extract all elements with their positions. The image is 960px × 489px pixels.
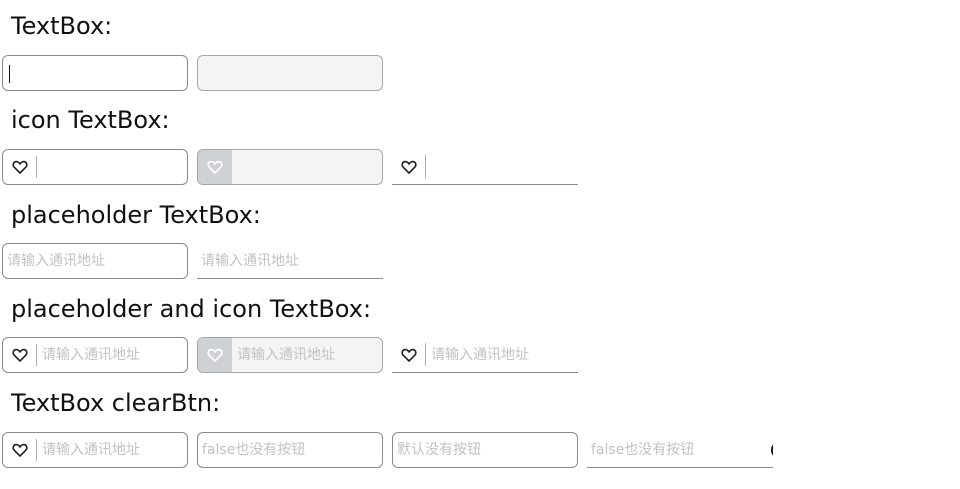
heart-icon [401,160,417,174]
placeholder-textbox-underline[interactable] [197,243,383,279]
clearbtn-textbox-default[interactable] [392,432,578,468]
placeholder-textbox-default[interactable] [2,243,188,279]
text-caret [9,65,10,83]
heart-icon [207,348,223,362]
icon-text-input-disabled [232,150,382,184]
address-input[interactable] [3,244,187,278]
section-title-clearbtn-textbox: TextBox clearBtn: [11,389,221,417]
address-input-underline[interactable] [197,243,383,278]
textbox-disabled [197,55,383,91]
text-input-underline-no-clear[interactable] [587,432,769,467]
icon-textbox-underline[interactable] [392,149,578,185]
heart-icon [12,443,28,457]
icon-textbox-default[interactable] [2,149,188,185]
section-title-icon-textbox: icon TextBox: [11,106,170,134]
heart-icon [12,160,28,174]
text-input[interactable] [3,56,187,90]
text-input-no-clear[interactable] [198,433,382,467]
icon-textbox-disabled [197,149,383,185]
close-circle-icon[interactable]: ✕ [771,440,773,459]
icon-text-input-underline[interactable] [426,149,578,184]
address-input-disabled [232,338,382,372]
heart-icon [207,160,223,174]
heart-icon [12,348,28,362]
address-input[interactable] [37,433,187,467]
icon-slot [392,149,426,184]
clearbtn-textbox-false[interactable] [197,432,383,468]
icon-slot-shaded [198,150,232,184]
section-title-placeholder-textbox: placeholder TextBox: [11,201,261,229]
text-input-disabled [198,56,382,90]
clearbtn-textbox-underline[interactable]: ✕ [587,432,773,468]
section-title-textbox: TextBox: [11,12,113,40]
address-input[interactable] [37,338,187,372]
icon-slot [3,433,37,467]
icon-text-input[interactable] [37,150,187,184]
placeholder-icon-textbox-underline[interactable] [392,337,578,373]
icon-slot [3,150,37,184]
icon-slot-shaded [198,338,232,372]
icon-slot [3,338,37,372]
placeholder-icon-textbox-disabled [197,337,383,373]
heart-icon [401,348,417,362]
text-input-default-no-clear[interactable] [393,433,577,467]
textbox-default[interactable] [2,55,188,91]
placeholder-icon-textbox-default[interactable] [2,337,188,373]
icon-slot [392,337,426,372]
address-input-underline[interactable] [426,337,578,372]
clearbtn-textbox-icon[interactable]: ✕ [2,432,188,468]
section-title-placeholder-icon-textbox: placeholder and icon TextBox: [11,295,372,323]
